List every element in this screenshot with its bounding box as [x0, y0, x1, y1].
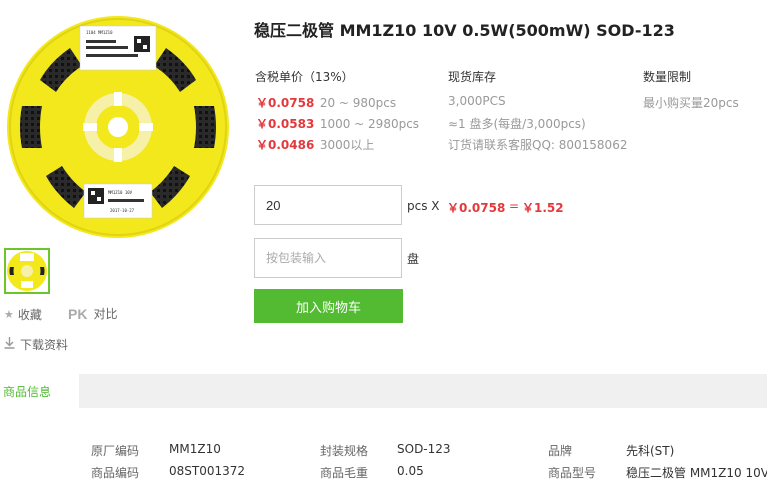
- tier-price: ￥0.0758: [256, 96, 315, 110]
- favorite-label: 收藏: [17, 308, 42, 322]
- calc-equals: =: [509, 199, 520, 213]
- detail-tab-bar: [0, 374, 767, 408]
- price-tier: ￥0.0758 20 ~ 980pcs: [256, 94, 396, 111]
- stock-quantity: 3,000PCS: [448, 94, 506, 108]
- tier-range: 1000 ~ 2980pcs: [319, 117, 420, 131]
- svg-text:2017-10-27: 2017-10-27: [110, 208, 135, 213]
- tier-price: ￥0.0583: [256, 117, 315, 131]
- quantity-unit: pcs X: [407, 199, 440, 213]
- spec-label: 商品编码: [91, 466, 140, 480]
- spec-value: SOD-123: [397, 442, 451, 456]
- calc-unit-price: ￥0.0758: [447, 201, 506, 215]
- stock-reels: ≈1 盘多(每盘/3,000pcs): [448, 117, 586, 131]
- spec-value: 08ST001372: [169, 464, 246, 478]
- spec-label: 品牌: [548, 444, 573, 458]
- favorite-button[interactable]: ★ 收藏: [4, 306, 42, 323]
- limit-header: 数量限制: [643, 70, 692, 84]
- spec-value: MM1Z10: [169, 442, 221, 456]
- download-label: 下载资料: [20, 338, 69, 352]
- price-header: 含税单价（13%）: [255, 70, 354, 84]
- calc-total-price: ￥1.52: [522, 201, 564, 215]
- thumbnail-image[interactable]: [4, 248, 50, 294]
- stock-contact: 订货请联系客服QQ: 800158062: [448, 138, 628, 152]
- compare-label: 对比: [93, 307, 118, 321]
- download-icon: [4, 337, 15, 352]
- product-title: 稳压二极管 MM1Z10 10V 0.5W(500mW) SOD-123: [254, 21, 675, 40]
- spec-value: 0.05: [397, 464, 424, 478]
- reel-unit: 盘: [407, 252, 420, 266]
- tab-product-info[interactable]: 商品信息: [0, 374, 79, 408]
- add-to-cart-button[interactable]: 加入购物车: [254, 289, 403, 323]
- svg-text:1104 MM1Z10: 1104 MM1Z10: [86, 30, 113, 35]
- spec-value: 先科(ST): [626, 444, 675, 458]
- price-tier: ￥0.0486 3000以上: [256, 136, 374, 153]
- spec-value: 稳压二极管 MM1Z10 10V.: [626, 466, 767, 480]
- spec-label: 原厂编码: [91, 444, 140, 458]
- stock-header: 现货库存: [448, 70, 497, 84]
- spec-label: 商品毛重: [320, 466, 369, 480]
- spec-label: 商品型号: [548, 466, 597, 480]
- price-tier: ￥0.0583 1000 ~ 2980pcs: [256, 115, 419, 132]
- quantity-input[interactable]: [254, 185, 402, 225]
- spec-label: 封装规格: [320, 444, 369, 458]
- tier-range: 3000以上: [319, 138, 375, 152]
- compare-button[interactable]: PK 对比: [68, 305, 117, 322]
- download-datasheet-link[interactable]: 下载资料: [4, 336, 68, 353]
- reel-quantity-input[interactable]: [254, 238, 402, 278]
- min-order-text: 最小购买量20pcs: [643, 96, 739, 110]
- product-main-image: 1104 MM1Z10 MM1Z10 10V 2017-10-27: [6, 14, 230, 240]
- pk-icon: PK: [68, 305, 88, 322]
- tier-price: ￥0.0486: [256, 138, 315, 152]
- svg-text:MM1Z10 10V: MM1Z10 10V: [108, 190, 133, 195]
- star-icon: ★: [4, 308, 14, 321]
- tier-range: 20 ~ 980pcs: [319, 96, 397, 110]
